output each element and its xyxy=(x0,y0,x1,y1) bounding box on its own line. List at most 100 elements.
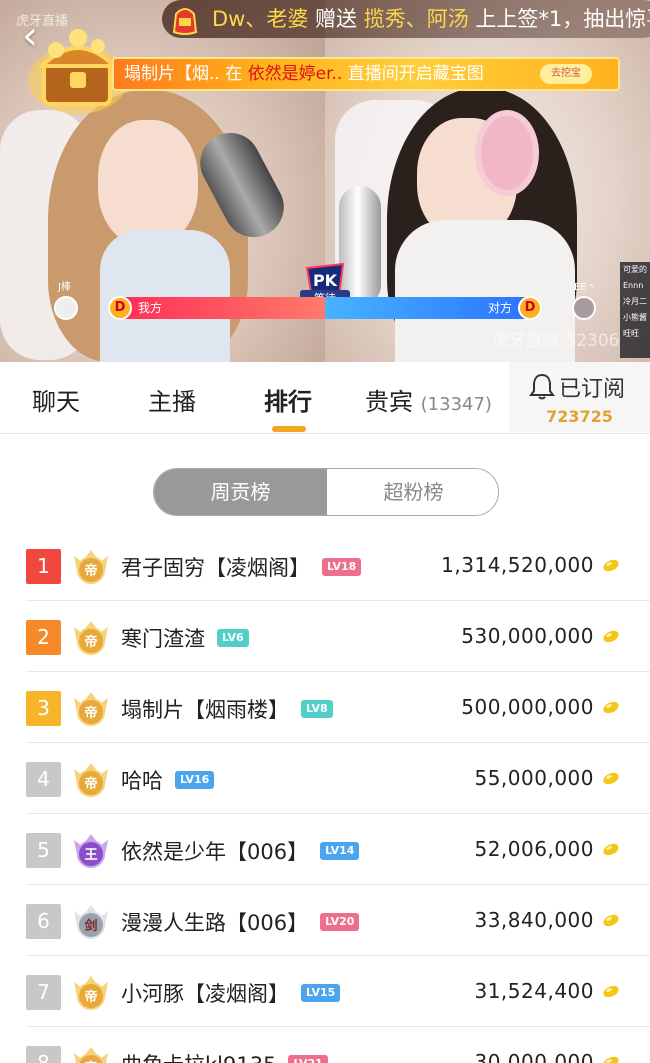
fan-level-badge: LV18 xyxy=(322,558,362,576)
fan-level-badge: LV8 xyxy=(301,700,333,718)
chat-line: 可爱的 xyxy=(623,265,647,274)
ranking-row[interactable]: 5 王 依然是少年【006】 LV14 52,006,000 xyxy=(0,814,650,885)
svg-text:帝: 帝 xyxy=(84,563,97,579)
user-name-cell: 寒门渣渣 LV6 xyxy=(121,623,249,653)
tab-chat[interactable]: 聊天 xyxy=(32,382,80,417)
chat-line: 冷月二 xyxy=(623,297,647,306)
live-video-area[interactable]: 虎牙直播 ‹ Dw、老婆 赠送 揽秀、阿汤 上上签*1，抽出惊喜 塌制片【烟..… xyxy=(0,0,650,362)
ranking-row[interactable]: 4 帝 哈哈 LV16 55,000,000 xyxy=(0,743,650,814)
fan-level-badge: LV16 xyxy=(175,771,215,789)
gold-bean-icon xyxy=(603,985,619,998)
right-supporter-name: EE丶 xyxy=(574,282,597,293)
emperor-noble-medal-icon: 帝 xyxy=(74,763,108,797)
ranking-row[interactable]: 3 帝 塌制片【烟雨楼】 LV8 500,000,000 xyxy=(0,672,650,743)
ranking-list: 1 帝君子固穷【凌烟阁】 LV18 1,314,520,000 2 帝寒门渣渣 LV6 530… xyxy=(0,530,650,1063)
user-name[interactable]: 君子固穷【凌烟阁】 xyxy=(121,556,310,580)
fan-level-badge: LV14 xyxy=(320,842,360,860)
left-supporter-avatar[interactable] xyxy=(54,296,78,320)
notice-user: 塌制片【烟.. 在 xyxy=(124,64,243,84)
subscriber-count: 723725 xyxy=(546,407,613,426)
dig-treasure-button[interactable]: 去挖宝 xyxy=(540,64,592,84)
fan-level-badge: LV21 xyxy=(288,1055,328,1063)
user-name[interactable]: 寒门渣渣 xyxy=(121,627,205,651)
user-name-cell: 君子固穷【凌烟阁】 LV18 xyxy=(121,552,362,582)
chat-line: 旺旺 xyxy=(623,329,639,338)
bell-icon xyxy=(529,373,555,400)
room-tabs: 聊天 主播 排行 贵宾 (13347) 已订阅 723725 xyxy=(0,362,650,434)
gift-action: 上上签*1，抽出惊喜 xyxy=(475,7,650,31)
pk-right-label: 对方 xyxy=(487,301,512,315)
user-name-cell: 曲角卡拉kl9135 LV21 xyxy=(121,1049,328,1063)
tab-label: 排行 xyxy=(264,388,312,416)
fan-level-badge: LV20 xyxy=(320,913,360,931)
emperor-noble-medal-icon: 帝 xyxy=(74,621,108,655)
pk-rank-badge-right: D xyxy=(518,296,542,320)
right-supporter-avatar[interactable] xyxy=(572,296,596,320)
ranking-row[interactable]: 1 帝 君子固穷【凌烟阁】 LV18 1,314,520,000 xyxy=(0,530,650,601)
tab-streamer[interactable]: 主播 xyxy=(148,382,196,417)
contribution-score: 500,000,000 xyxy=(461,695,594,719)
emperor-noble-medal-icon: 帝 xyxy=(74,1047,108,1063)
headphone xyxy=(475,110,539,196)
contribution-score: 1,314,520,000 xyxy=(441,553,594,577)
opponent-chat-overlay: 可爱的 Ennn 冷月二 小熊酱 旺旺 xyxy=(620,262,650,358)
ranking-row[interactable]: 6 剑 漫漫人生路【006】 LV20 33,840,000 xyxy=(0,885,650,956)
super-fan-tab[interactable]: 超粉榜 xyxy=(327,469,498,515)
watermark: 虎牙直播 52306 xyxy=(492,331,620,351)
gift-targets: 揽秀、阿汤 xyxy=(363,7,469,31)
fan-level-badge: LV15 xyxy=(301,984,341,1002)
left-supporter-name: J棒 xyxy=(58,282,71,293)
ranking-row[interactable]: 8帝 曲角卡拉kl9135 LV21 30,000,000 xyxy=(0,1027,650,1063)
user-name[interactable]: 哈哈 xyxy=(121,769,163,793)
gold-bean-icon xyxy=(603,1056,619,1063)
svg-text:帝: 帝 xyxy=(84,634,97,650)
contribution-score: 55,000,000 xyxy=(474,766,594,790)
svg-text:剑: 剑 xyxy=(83,918,97,934)
active-tab-indicator xyxy=(272,426,306,432)
user-name-cell: 漫漫人生路【006】 LV20 xyxy=(121,907,360,937)
rank-number-badge: 2 xyxy=(26,620,61,655)
king-noble-medal-icon: 王 xyxy=(74,834,108,868)
tab-ranking[interactable]: 排行 xyxy=(264,382,312,417)
svg-text:帝: 帝 xyxy=(84,989,97,1005)
user-name-cell: 小河豚【凌烟阁】 LV15 xyxy=(121,978,341,1008)
user-name-cell: 依然是少年【006】 LV14 xyxy=(121,836,360,866)
weekly-contribution-tab[interactable]: 周贡榜 xyxy=(154,469,327,515)
user-name[interactable]: 小河豚【凌烟阁】 xyxy=(121,982,289,1006)
subscribe-button[interactable]: 已订阅 723725 xyxy=(509,362,650,432)
ranking-type-switch: 周贡榜 超粉榜 xyxy=(153,468,499,516)
ranking-row[interactable]: 2 帝 寒门渣渣 LV6 530,000,000 xyxy=(0,601,650,672)
contribution-score: 33,840,000 xyxy=(474,908,594,932)
user-name[interactable]: 漫漫人生路【006】 xyxy=(121,911,308,935)
user-name[interactable]: 依然是少年【006】 xyxy=(121,840,308,864)
gold-bean-icon xyxy=(603,772,619,785)
svg-text:王: 王 xyxy=(84,848,97,863)
user-name[interactable]: 曲角卡拉kl9135 xyxy=(121,1053,276,1063)
rank-number-badge: 6 xyxy=(26,904,61,939)
chat-line: 小熊酱 xyxy=(623,313,647,322)
contribution-score: 30,000,000 xyxy=(474,1050,594,1063)
subscribe-label: 已订阅 xyxy=(559,377,626,402)
user-name-cell: 哈哈 LV16 xyxy=(121,765,215,795)
gift-lucky-bag-icon xyxy=(172,8,198,35)
vip-count: (13347) xyxy=(420,394,492,415)
tab-label: 聊天 xyxy=(32,388,80,416)
back-button[interactable]: ‹ xyxy=(22,16,62,58)
gold-bean-icon xyxy=(603,630,619,643)
gold-bean-icon xyxy=(603,843,619,856)
treasure-map-notice[interactable]: 塌制片【烟.. 在 依然是婷er.. 直播间开启藏宝图 去挖宝 xyxy=(112,57,620,91)
gold-bean-icon xyxy=(603,701,619,714)
notice-text: 直播间开启藏宝图 xyxy=(347,64,484,84)
rank-number-badge: 8 xyxy=(26,1046,61,1063)
pk-rank-badge-left: D xyxy=(108,296,132,320)
user-name-cell: 塌制片【烟雨楼】 LV8 xyxy=(121,694,333,724)
user-name[interactable]: 塌制片【烟雨楼】 xyxy=(121,698,289,722)
ranking-row[interactable]: 7 帝 小河豚【凌烟阁】 LV15 31,524,400 xyxy=(0,956,650,1027)
tab-label: 贵宾 xyxy=(365,388,413,416)
tab-label: 主播 xyxy=(148,388,196,416)
gold-bean-icon xyxy=(603,559,619,572)
rank-number-badge: 5 xyxy=(26,833,61,868)
notice-room: 依然是婷er.. xyxy=(247,64,343,84)
tab-vip[interactable]: 贵宾 (13347) xyxy=(365,382,492,417)
rank-number-badge: 7 xyxy=(26,975,61,1010)
